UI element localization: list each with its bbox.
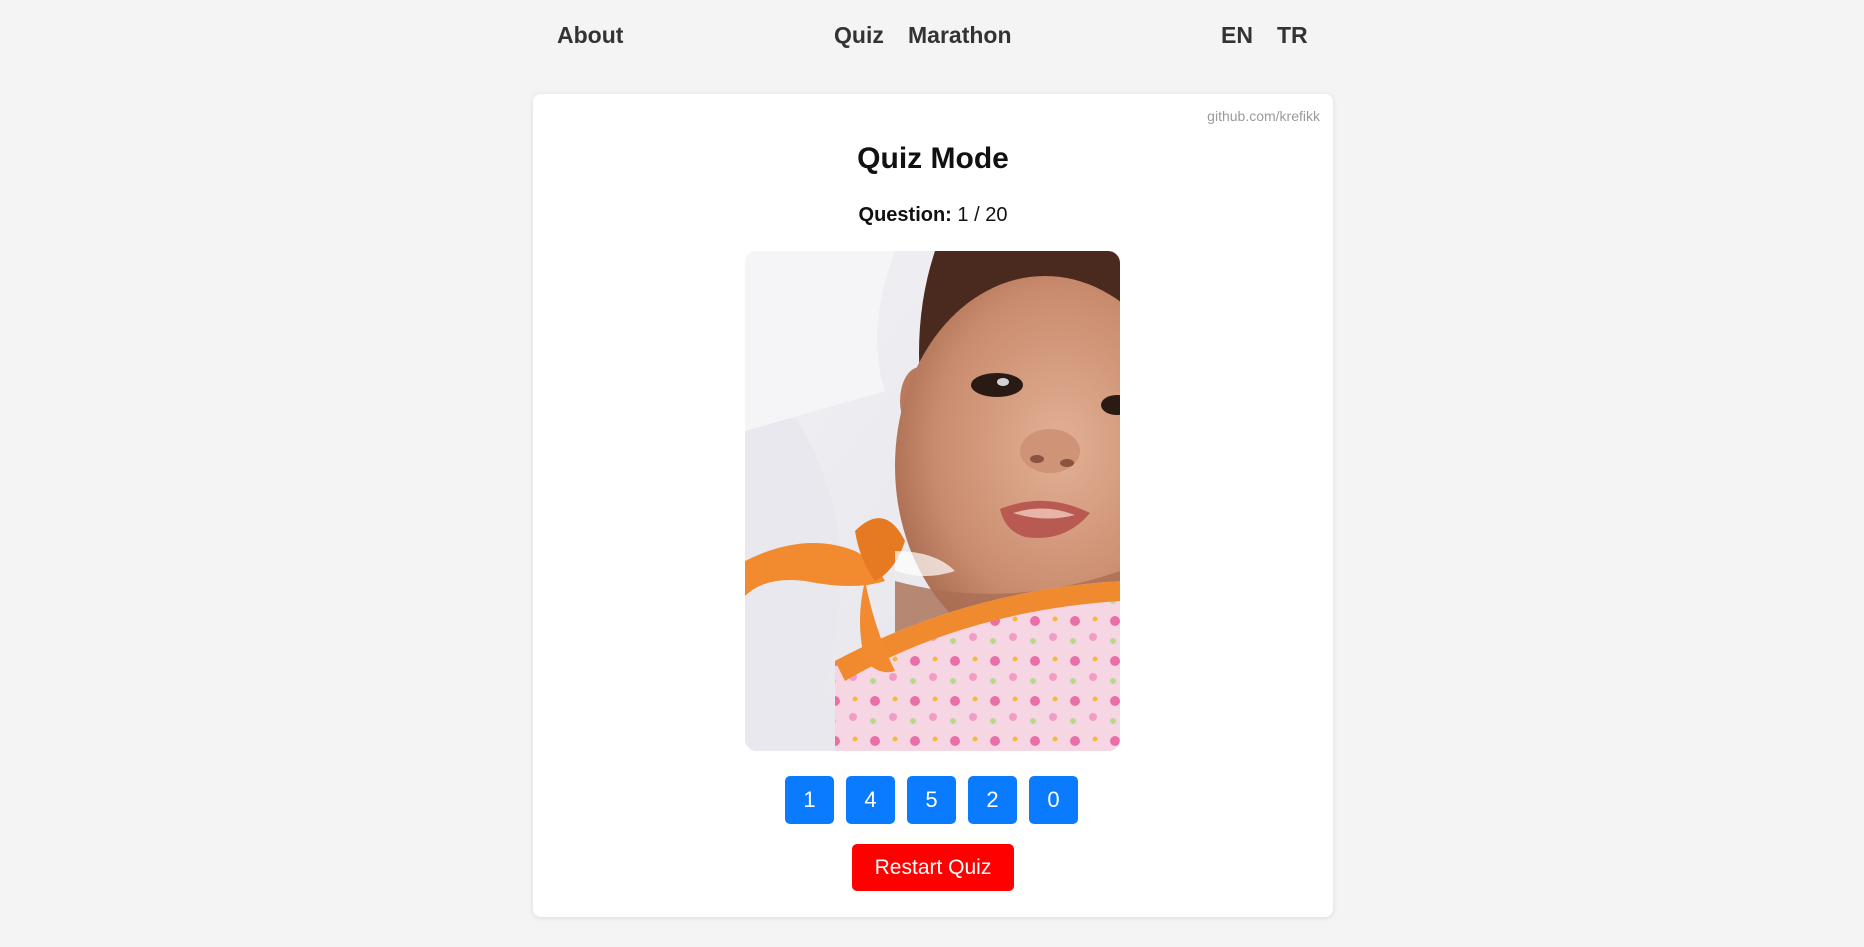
question-counter: Question: 1 / 20 (533, 204, 1333, 227)
nav-quiz-link[interactable]: Quiz (834, 22, 884, 49)
github-link[interactable]: github.com/krefikk (1207, 108, 1320, 124)
question-label: Question: (858, 204, 952, 226)
page: About Quiz Marathon EN TR github.com/kre… (0, 0, 1864, 947)
language-tr-link[interactable]: TR (1277, 22, 1308, 49)
answer-button-4[interactable]: 2 (968, 776, 1017, 824)
answer-button-5[interactable]: 0 (1029, 776, 1078, 824)
restart-quiz-button[interactable]: Restart Quiz (852, 844, 1014, 891)
baby-photo (745, 251, 1120, 751)
quiz-card: github.com/krefikk Quiz Mode Question: 1… (533, 94, 1333, 917)
language-en-link[interactable]: EN (1221, 22, 1253, 49)
answer-button-2[interactable]: 4 (846, 776, 895, 824)
nav-about-link[interactable]: About (557, 22, 623, 49)
page-title: Quiz Mode (857, 142, 1009, 175)
answer-button-1[interactable]: 1 (785, 776, 834, 824)
top-nav: About Quiz Marathon EN TR (0, 0, 1864, 80)
baby-photo-illustration (745, 251, 1120, 751)
question-progress: 1 / 20 (957, 204, 1008, 226)
answer-button-3[interactable]: 5 (907, 776, 956, 824)
answer-options: 1 4 5 2 0 (785, 776, 1085, 824)
nav-marathon-link[interactable]: Marathon (908, 22, 1012, 49)
